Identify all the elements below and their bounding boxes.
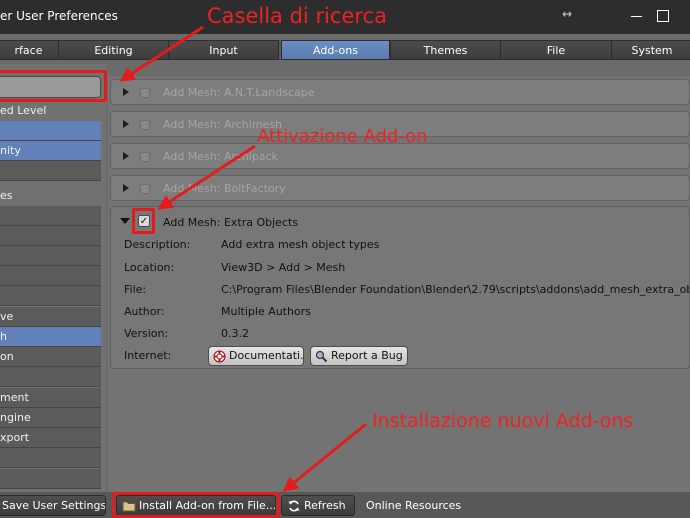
addon-name: Add Mesh: Extra Objects [163, 216, 299, 229]
save-user-settings-button[interactable]: Save User Settings [0, 495, 106, 516]
sidebar-item-official[interactable] [0, 121, 101, 141]
tab-editing[interactable]: Editing [58, 40, 169, 60]
enable-checkbox[interactable] [140, 184, 150, 194]
sidebar-category[interactable]: ngine [0, 408, 101, 428]
sidebar-category[interactable] [0, 286, 101, 306]
annotation-activation: Attivazione Add-on [257, 126, 428, 147]
sidebar-category[interactable] [0, 469, 101, 489]
window-title: er User Preferences [0, 9, 118, 23]
sidebar-category[interactable] [0, 266, 101, 286]
sidebar-category[interactable]: ve [0, 307, 101, 327]
tab-file[interactable]: File [500, 40, 612, 60]
annotation-search: Casella di ricerca [207, 4, 387, 28]
description-label: Description: [124, 238, 191, 251]
categories-label: es [0, 189, 13, 202]
location-label: Location: [124, 261, 175, 274]
addon-name: Add Mesh: A.N.T.Landscape [163, 86, 315, 99]
sidebar-category[interactable] [0, 246, 101, 266]
addon-row[interactable]: Add Mesh: A.N.T.Landscape [110, 79, 690, 105]
expand-arrow-icon[interactable] [123, 120, 129, 128]
minimize-icon[interactable] [628, 6, 648, 26]
addon-row[interactable]: Add Mesh: BoltFactory [110, 175, 690, 201]
install-highlight-box [112, 492, 280, 518]
tab-input[interactable]: Input [168, 40, 279, 60]
refresh-icon [288, 500, 300, 512]
tab-themes[interactable]: Themes [390, 40, 501, 60]
magnifier-icon [315, 350, 328, 362]
internet-label: Internet: [124, 349, 172, 362]
sidebar-category[interactable] [0, 448, 101, 468]
documentation-button[interactable]: Documentati... [208, 346, 304, 366]
sidebar-category[interactable] [0, 226, 101, 246]
tab-system[interactable]: System [611, 40, 690, 60]
enable-checkbox[interactable] [140, 152, 150, 162]
author-label: Author: [124, 305, 165, 318]
version-label: Version: [124, 327, 169, 340]
addon-name: Add Mesh: Archipack [163, 150, 278, 163]
sidebar-category[interactable]: xport [0, 428, 101, 448]
collapse-arrow-icon[interactable] [120, 218, 130, 224]
report-bug-button[interactable]: Report a Bug [310, 346, 408, 366]
annotation-install: Installazione nuovi Add-ons [372, 410, 634, 432]
file-label: File: [124, 283, 147, 296]
addon-name: Add Mesh: BoltFactory [163, 182, 286, 195]
tab-interface[interactable]: rface [0, 40, 59, 60]
addon-expanded-panel: ✓ Add Mesh: Extra Objects Description: A… [110, 206, 690, 369]
search-highlight-box [0, 70, 107, 102]
expand-arrow-icon[interactable] [123, 184, 129, 192]
location-value: View3D > Add > Mesh [221, 261, 346, 274]
maximize-icon[interactable] [654, 6, 674, 26]
tab-add-ons[interactable]: Add-ons [281, 40, 390, 60]
file-value: C:\Program Files\Blender Foundation\Blen… [221, 283, 689, 296]
tab-bar: rface Editing Input Add-ons Themes File … [0, 40, 690, 60]
sidebar-item-community[interactable]: nity [0, 141, 101, 161]
support-level-label: ed Level [0, 104, 47, 117]
sidebar-category[interactable] [0, 206, 101, 226]
author-value: Multiple Authors [221, 305, 311, 318]
version-value: 0.3.2 [221, 327, 249, 340]
description-value: Add extra mesh object types [221, 238, 380, 251]
checkbox-highlight-box [132, 208, 155, 234]
help-lifebuoy-icon [213, 350, 226, 362]
online-resources-link[interactable]: Online Resources [366, 499, 461, 512]
expand-arrow-icon[interactable] [123, 152, 129, 160]
sidebar-category[interactable] [0, 367, 101, 387]
enable-checkbox[interactable] [140, 120, 150, 130]
sidebar-category-mesh[interactable]: h [0, 327, 101, 347]
sidebar-category[interactable]: ment [0, 388, 101, 408]
sidebar-category[interactable]: on [0, 347, 101, 367]
expand-arrow-icon[interactable] [123, 88, 129, 96]
refresh-button[interactable]: Refresh [281, 495, 355, 516]
resize-icon[interactable]: ↔ [562, 7, 572, 21]
sidebar-item-testing[interactable] [0, 161, 101, 181]
enable-checkbox[interactable] [140, 88, 150, 98]
